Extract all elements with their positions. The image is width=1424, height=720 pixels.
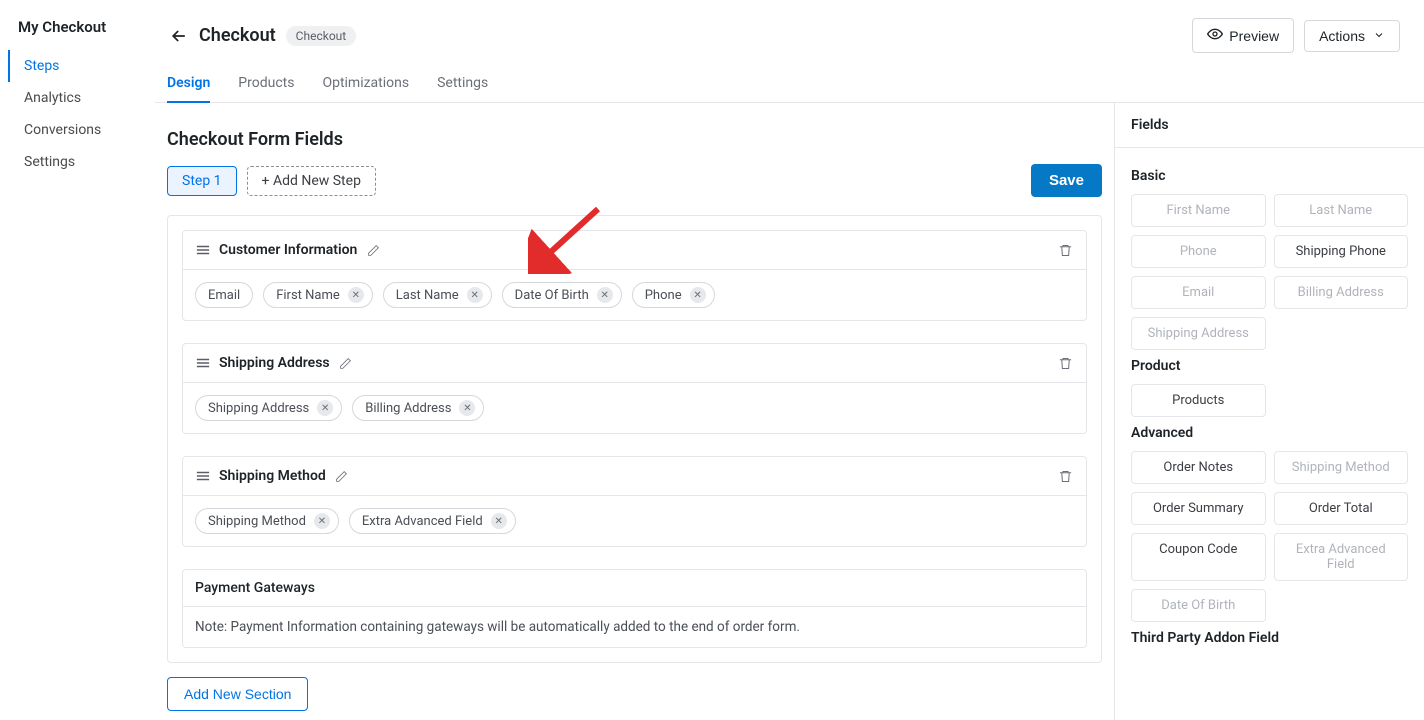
section-shipping-address: Shipping Address Shipping Address✕ Bi [182,343,1087,434]
sidebar-item-steps[interactable]: Steps [8,50,155,82]
page-type-badge: Checkout [286,26,357,46]
chevron-down-icon [1373,28,1385,44]
trash-icon[interactable] [1056,241,1074,259]
drag-handle-icon[interactable] [195,355,211,371]
field-tile-first-name: First Name [1131,194,1266,227]
section-title: Shipping Method [219,468,326,484]
close-icon[interactable]: ✕ [459,400,475,416]
section-title: Customer Information [219,242,357,258]
field-tile-date-of-birth: Date Of Birth [1131,589,1266,622]
payment-gateways-card: Payment Gateways Note: Payment Informati… [182,569,1087,648]
sidebar-nav: Steps Analytics Conversions Settings [8,50,155,178]
close-icon[interactable]: ✕ [690,287,706,303]
content: Checkout Form Fields Step 1 + Add New St… [155,103,1114,720]
pencil-icon[interactable] [334,468,350,484]
field-tile-shipping-phone[interactable]: Shipping Phone [1274,235,1409,268]
field-tile-order-summary[interactable]: Order Summary [1131,492,1266,525]
step-pill[interactable]: Step 1 [167,166,237,196]
field-group-third-party: Third Party Addon Field [1131,630,1408,646]
sidebar: My Checkout Steps Analytics Conversions … [0,0,155,720]
field-tile-order-notes[interactable]: Order Notes [1131,451,1266,484]
field-tile-last-name: Last Name [1274,194,1409,227]
drag-handle-icon[interactable] [195,242,211,258]
fields-panel: Fields Basic First Name Last Name Phone … [1114,103,1424,720]
sidebar-item-settings[interactable]: Settings [10,146,155,178]
main: Checkout Checkout Preview Actions Design… [155,0,1424,720]
tab-design[interactable]: Design [167,65,210,103]
field-chip-date-of-birth[interactable]: Date Of Birth✕ [502,282,622,308]
drag-handle-icon[interactable] [195,468,211,484]
payment-note: Note: Payment Information containing gat… [183,607,1086,647]
field-chip-phone[interactable]: Phone✕ [632,282,715,308]
field-chip-shipping-method[interactable]: Shipping Method✕ [195,508,339,534]
tab-optimizations[interactable]: Optimizations [322,65,409,103]
field-group-advanced: Advanced [1131,425,1408,441]
field-tile-extra-advanced-field: Extra Advanced Field [1274,533,1409,581]
field-chip-last-name[interactable]: Last Name✕ [383,282,492,308]
preview-label: Preview [1229,28,1279,44]
tab-products[interactable]: Products [238,65,294,103]
field-chip-email[interactable]: Email [195,282,253,308]
sidebar-item-conversions[interactable]: Conversions [10,114,155,146]
field-tile-email: Email [1131,276,1266,309]
close-icon[interactable]: ✕ [317,400,333,416]
field-chip-extra-advanced-field[interactable]: Extra Advanced Field✕ [349,508,516,534]
field-tile-shipping-method: Shipping Method [1274,451,1409,484]
payment-title: Payment Gateways [183,570,1086,607]
field-chip-billing-address[interactable]: Billing Address✕ [352,395,484,421]
section-customer-information: Customer Information Email First Name [182,230,1087,321]
header: Checkout Checkout Preview Actions [155,0,1424,65]
close-icon[interactable]: ✕ [467,287,483,303]
page-title: Checkout [199,25,276,46]
tab-settings[interactable]: Settings [437,65,488,103]
pencil-icon[interactable] [365,242,381,258]
field-tile-coupon-code[interactable]: Coupon Code [1131,533,1266,581]
section-shipping-method: Shipping Method Shipping Method✕ Extr [182,456,1087,547]
add-section-button[interactable]: Add New Section [167,677,308,711]
sections-container: Customer Information Email First Name [167,215,1102,663]
save-button[interactable]: Save [1031,164,1102,197]
close-icon[interactable]: ✕ [597,287,613,303]
field-tile-billing-address: Billing Address [1274,276,1409,309]
close-icon[interactable]: ✕ [348,287,364,303]
close-icon[interactable]: ✕ [314,513,330,529]
add-step-button[interactable]: + Add New Step [247,166,376,196]
field-tile-order-total[interactable]: Order Total [1274,492,1409,525]
field-tile-shipping-address: Shipping Address [1131,317,1266,350]
back-arrow-icon[interactable] [167,24,191,48]
field-chip-shipping-address[interactable]: Shipping Address✕ [195,395,342,421]
section-title: Shipping Address [219,355,330,371]
tabs: Design Products Optimizations Settings [155,65,1424,103]
trash-icon[interactable] [1056,354,1074,372]
eye-icon [1207,26,1223,45]
field-group-basic: Basic [1131,168,1408,184]
pencil-icon[interactable] [338,355,354,371]
field-group-product: Product [1131,358,1408,374]
sidebar-title: My Checkout [0,18,155,50]
close-icon[interactable]: ✕ [491,513,507,529]
trash-icon[interactable] [1056,467,1074,485]
field-tile-products[interactable]: Products [1131,384,1266,417]
fields-panel-title: Fields [1115,103,1424,148]
content-title: Checkout Form Fields [167,129,1102,150]
field-tile-phone: Phone [1131,235,1266,268]
actions-button[interactable]: Actions [1304,20,1400,52]
actions-label: Actions [1319,28,1365,44]
preview-button[interactable]: Preview [1192,18,1294,53]
sidebar-item-analytics[interactable]: Analytics [10,82,155,114]
field-chip-first-name[interactable]: First Name✕ [263,282,373,308]
